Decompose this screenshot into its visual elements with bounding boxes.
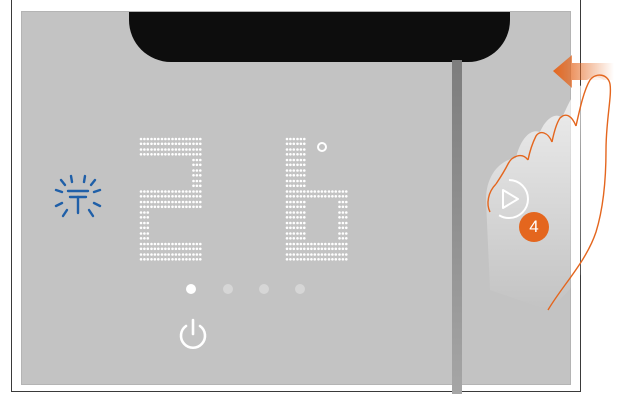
hand-icon bbox=[486, 74, 612, 311]
screen: 4 bbox=[0, 0, 629, 394]
gesture-illustration bbox=[486, 55, 614, 311]
step-number-badge: 4 bbox=[519, 212, 549, 242]
